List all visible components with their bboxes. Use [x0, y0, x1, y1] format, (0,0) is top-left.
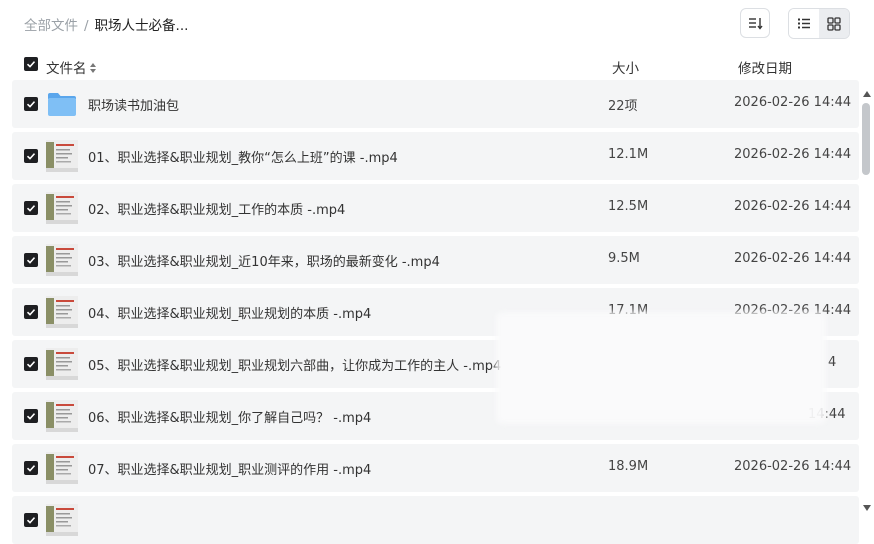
row-checkbox[interactable]	[24, 305, 38, 319]
file-row[interactable]: 02、职业选择&职业规划_工作的本质 -.mp4 12.5M 2026-02-26 …	[12, 184, 859, 232]
row-checkbox[interactable]	[24, 201, 38, 215]
file-modified-date: 2026-02-26 14:44	[734, 199, 852, 214]
select-all-checkbox[interactable]	[24, 57, 38, 71]
checkbox-checked-icon	[26, 309, 36, 316]
file-name[interactable]: 04、职业选择&职业规划_职业规划的本质 -.mp4	[88, 303, 371, 322]
file-size: 18.9M	[608, 459, 649, 474]
checkbox-checked-icon	[26, 413, 36, 420]
list-view-button[interactable]	[789, 9, 819, 38]
video-thumbnail	[46, 348, 78, 380]
scroll-down-arrow-icon[interactable]	[862, 498, 872, 517]
file-name[interactable]: 01、职业选择&职业规划_教你“怎么上班”的课 -.mp4	[88, 147, 398, 166]
view-toggle	[788, 8, 850, 39]
file-name[interactable]: 03、职业选择&职业规划_近10年来，职场的最新变化 -.mp4	[88, 251, 440, 270]
folder-icon	[46, 88, 78, 120]
file-modified-date: 4	[828, 355, 837, 370]
video-thumbnail	[46, 140, 78, 172]
folder-row[interactable]: 职场读书加油包 22项 2026-02-26 14:44	[12, 80, 859, 128]
column-size-header[interactable]: 大小	[612, 57, 639, 77]
checkbox-checked-icon	[26, 205, 36, 212]
file-modified-date: 2026-02-26 14:44	[734, 147, 852, 162]
scrollbar[interactable]	[860, 84, 874, 511]
file-row[interactable]: 03、职业选择&职业规划_近10年来，职场的最新变化 -.mp4 9.5M 2026…	[12, 236, 859, 284]
file-name[interactable]: 02、职业选择&职业规划_工作的本质 -.mp4	[88, 199, 345, 218]
column-header-row: 文件名 大小 修改日期	[0, 52, 874, 78]
video-thumbnail	[46, 192, 78, 224]
file-size: 9.5M	[608, 251, 640, 266]
list-view-icon	[789, 9, 819, 38]
file-size: 22项	[608, 99, 638, 114]
checkbox-checked-icon	[26, 101, 36, 108]
video-thumbnail	[46, 400, 78, 432]
row-checkbox[interactable]	[24, 461, 38, 475]
video-thumbnail	[46, 452, 78, 484]
checkbox-checked-icon	[26, 361, 36, 368]
breadcrumb-root[interactable]: 全部文件	[24, 18, 78, 34]
checkbox-checked-icon	[26, 465, 36, 472]
file-name[interactable]: 07、职业选择&职业规划_职业测评的作用 -.mp4	[88, 459, 371, 478]
file-modified-date: 2026-02-26 14:44	[734, 251, 852, 266]
breadcrumb: 全部文件 / 职场人士必备...	[24, 14, 188, 34]
video-thumbnail	[46, 504, 78, 536]
row-checkbox[interactable]	[24, 513, 38, 527]
checkbox-checked-icon	[26, 61, 36, 68]
file-name[interactable]: 06、职业选择&职业规划_你了解自己吗？ -.mp4	[88, 407, 371, 426]
breadcrumb-separator: /	[84, 18, 89, 34]
checkbox-checked-icon	[26, 517, 36, 524]
top-bar: 全部文件 / 职场人士必备...	[0, 0, 874, 48]
video-thumbnail	[46, 244, 78, 276]
breadcrumb-current: 职场人士必备...	[94, 18, 189, 34]
row-checkbox[interactable]	[24, 357, 38, 371]
row-checkbox[interactable]	[24, 253, 38, 267]
column-name-header[interactable]: 文件名	[46, 57, 87, 77]
column-modified-header[interactable]: 修改日期	[738, 57, 792, 77]
grid-view-icon	[819, 9, 849, 38]
sort-button[interactable]	[740, 8, 770, 38]
row-checkbox[interactable]	[24, 409, 38, 423]
checkbox-checked-icon	[26, 257, 36, 264]
blurred-overlay	[496, 312, 826, 424]
sort-indicator-icon[interactable]	[89, 59, 97, 78]
checkbox-checked-icon	[26, 153, 36, 160]
file-name[interactable]: 职场读书加油包	[88, 95, 179, 114]
file-row[interactable]	[12, 496, 859, 544]
file-row[interactable]: 01、职业选择&职业规划_教你“怎么上班”的课 -.mp4 12.1M 2026-0…	[12, 132, 859, 180]
scroll-up-arrow-icon[interactable]	[862, 84, 872, 103]
sort-lines-icon	[741, 9, 769, 37]
file-modified-date: 2026-02-26 14:44	[734, 459, 852, 474]
file-name[interactable]: 05、职业选择&职业规划_职业规划六部曲，让你成为工作的主人 -.mp4	[88, 355, 501, 374]
scrollbar-thumb[interactable]	[862, 103, 870, 175]
row-checkbox[interactable]	[24, 97, 38, 111]
file-size: 12.5M	[608, 199, 649, 214]
grid-view-button[interactable]	[819, 9, 849, 38]
video-thumbnail	[46, 296, 78, 328]
file-modified-date: 2026-02-26 14:44	[734, 95, 852, 110]
row-checkbox[interactable]	[24, 149, 38, 163]
file-row[interactable]: 07、职业选择&职业规划_职业测评的作用 -.mp4 18.9M 2026-02-2…	[12, 444, 859, 492]
file-size: 12.1M	[608, 147, 649, 162]
